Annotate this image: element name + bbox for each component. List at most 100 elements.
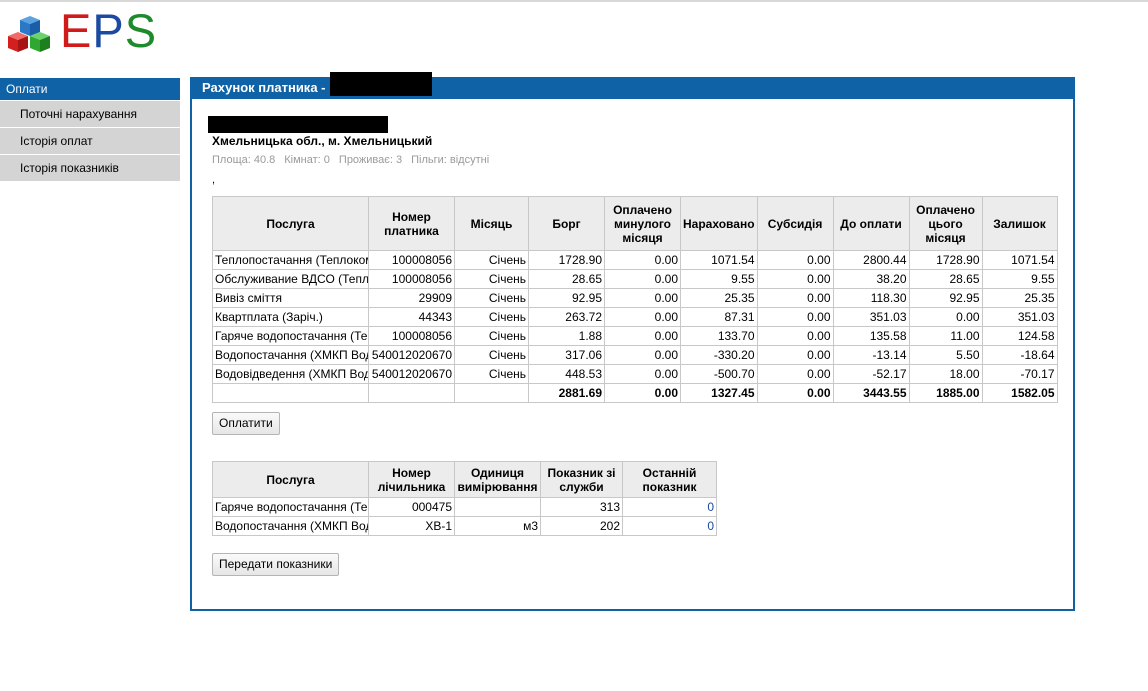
col-subsidy: Субсидія <box>756 196 834 251</box>
charges-cell: 1728.90 <box>908 250 983 270</box>
sidebar-item-readings-history[interactable]: Історія показників <box>0 154 180 181</box>
col-last-reading: Останній показник <box>622 461 717 498</box>
charges-total-row: 2881.69 0.00 1327.45 0.00 3443.55 1885.00 1582… <box>212 383 1058 403</box>
charges-cell: 9.55 <box>981 269 1058 289</box>
sidebar-item-payment-history[interactable]: Історія оплат <box>0 127 180 154</box>
charges-cell: 0.00 <box>604 383 681 403</box>
meters-cell: 202 <box>540 516 623 536</box>
charges-cell: 133.70 <box>680 326 758 346</box>
charges-cell: -13.14 <box>832 345 910 365</box>
charges-row: Квартплата (Заріч.) 44343 Січень 263.72 0.00… <box>212 307 1058 327</box>
send-readings-button[interactable]: Передати показники <box>212 553 340 576</box>
col-paid-last-month: Оплачено минулого місяця <box>604 196 681 251</box>
charges-cell: 38.20 <box>832 269 910 289</box>
charges-cell: 0.00 <box>756 250 834 270</box>
charges-cell: 87.31 <box>680 307 758 327</box>
charges-cell: 100008056 <box>368 269 455 289</box>
charges-cell: 0.00 <box>756 269 834 289</box>
charges-cell: Водовідведення (ХМКП Водоканал) <box>212 364 369 384</box>
charges-cell: 2800.44 <box>832 250 910 270</box>
charges-cell: 0.00 <box>908 307 983 327</box>
col-to-pay: До оплати <box>832 196 910 251</box>
meters-cell: Водопостачання (ХМКП Водоканал) <box>212 516 369 536</box>
charges-cell: 1071.54 <box>981 250 1058 270</box>
charges-cell: 92.95 <box>908 288 983 308</box>
charges-cell: 44343 <box>368 307 455 327</box>
charges-cell: 540012020670 <box>368 345 455 365</box>
charges-cell: Квартплата (Заріч.) <box>212 307 369 327</box>
sidebar-header[interactable]: Оплати <box>0 78 180 100</box>
charges-cell: 25.35 <box>981 288 1058 308</box>
col-payer-number: Номер платника <box>368 196 455 251</box>
col-debt: Борг <box>528 196 605 251</box>
charges-cell: Січень <box>454 364 529 384</box>
charges-cell: 25.35 <box>680 288 758 308</box>
charges-cell: 1071.54 <box>680 250 758 270</box>
charges-cell: 11.00 <box>908 326 983 346</box>
account-meta: Площа: 40.8 Кімнат: 0 Проживає: 3 Пільги: в… <box>212 154 498 166</box>
col-charged: Нараховано <box>680 196 758 251</box>
charges-cell: 100008056 <box>368 326 455 346</box>
logo-letter-p: P <box>92 4 125 57</box>
top-border <box>0 0 1148 2</box>
charges-cell: -52.17 <box>832 364 910 384</box>
col-paid-this-month: Оплачено цього місяця <box>908 196 983 251</box>
charges-cell: 1582.05 <box>981 383 1058 403</box>
charges-cell: 0.00 <box>756 326 834 346</box>
meters-cell: 313 <box>540 497 623 517</box>
charges-cell: 351.03 <box>981 307 1058 327</box>
col-meter-service: Послуга <box>212 461 369 498</box>
col-unit: Одиниця вимірювання <box>454 461 541 498</box>
redacted-account-number <box>330 72 432 96</box>
charges-row: Гаряче водопостачання (Теплокомуненерго)… <box>212 326 1058 346</box>
meters-cell: м3 <box>454 516 541 536</box>
logo-letter-e: E <box>60 4 93 57</box>
col-balance: Залишок <box>981 196 1058 251</box>
last-reading-input[interactable]: 0 <box>622 516 717 536</box>
charges-cell: 0.00 <box>756 364 834 384</box>
charges-cell: 0.00 <box>604 326 681 346</box>
charges-row: Водопостачання (ХМКП Водоканал)540012020… <box>212 345 1058 365</box>
meters-cell: ХВ-1 <box>368 516 455 536</box>
charges-cell: 0.00 <box>604 250 681 270</box>
charges-cell: Січень <box>454 345 529 365</box>
charges-cell: 0.00 <box>756 307 834 327</box>
charges-cell: 92.95 <box>528 288 605 308</box>
charges-cell: 18.00 <box>908 364 983 384</box>
meters-cell <box>454 497 541 517</box>
meters-table: Послуга Номер лічильника Одиниця вимірюв… <box>212 461 717 536</box>
charges-cell: 2881.69 <box>528 383 605 403</box>
charges-cell: Теплопостачання (Теплокомуненерго) <box>212 250 369 270</box>
charges-cell: 5.50 <box>908 345 983 365</box>
charges-cell: 0.00 <box>604 364 681 384</box>
panel-title: Рахунок платника - <box>202 80 326 95</box>
charges-row: Теплопостачання (Теплокомуненерго)100008… <box>212 250 1058 270</box>
charges-cell: Гаряче водопостачання (Теплокомуненерго) <box>212 326 369 346</box>
charges-header-row: Послуга Номер платника Місяць Борг Оплач… <box>212 196 1058 251</box>
charges-cell: 351.03 <box>832 307 910 327</box>
charges-cell: 1327.45 <box>680 383 758 403</box>
pay-button[interactable]: Оплатити <box>212 412 280 435</box>
charges-cell: 1.88 <box>528 326 605 346</box>
payer-address: Хмельницька обл., м. Хмельницький <box>212 134 433 148</box>
charges-row: Вивіз сміття 29909 Січень 92.95 0.00 25.35 0.0… <box>212 288 1058 308</box>
charges-cell: Січень <box>454 307 529 327</box>
meta-area: Площа: 40.8 <box>212 154 276 166</box>
redacted-payer-name <box>208 116 388 133</box>
charges-cell: Січень <box>454 326 529 346</box>
charges-cell: 28.65 <box>528 269 605 289</box>
panel-header: Рахунок платника - <box>192 72 1073 99</box>
charges-cell: 9.55 <box>680 269 758 289</box>
sidebar-item-current-charges[interactable]: Поточні нарахування <box>0 100 180 127</box>
charges-cell: 1728.90 <box>528 250 605 270</box>
last-reading-input[interactable]: 0 <box>622 497 717 517</box>
charges-cell: 29909 <box>368 288 455 308</box>
col-service: Послуга <box>212 196 369 251</box>
meta-benefits: Пільги: відсутні <box>411 154 490 166</box>
sidebar: Оплати Поточні нарахування Історія оплат… <box>0 78 180 181</box>
charges-row: Обслуживание ВДСО (Теплокомуненерго)1000… <box>212 269 1058 289</box>
stray-mark: , <box>212 174 216 186</box>
charges-cell: 3443.55 <box>832 383 910 403</box>
charges-cell: 0.00 <box>604 307 681 327</box>
meters-row: Водопостачання (ХМКП Водоканал)ХВ-1м3202… <box>212 516 717 536</box>
